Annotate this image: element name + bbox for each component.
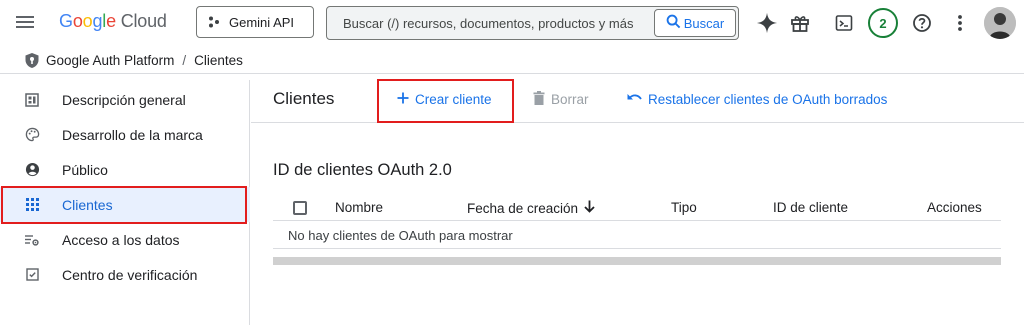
column-header-fecha-creacion[interactable]: Fecha de creación xyxy=(467,200,595,216)
sidebar-item-clientes[interactable]: Clientes xyxy=(0,187,250,222)
column-header-acciones: Acciones xyxy=(927,200,982,215)
delete-button[interactable]: Borrar xyxy=(533,88,589,110)
sidebar-item-label: Centro de verificación xyxy=(62,266,198,283)
create-client-label: Crear cliente xyxy=(415,91,492,107)
auth-platform-shield-icon xyxy=(24,52,40,69)
search-button-label: Buscar xyxy=(683,15,725,31)
search-input[interactable] xyxy=(327,7,653,39)
person-icon xyxy=(24,162,40,178)
sidebar: Descripción general Desarrollo de la mar… xyxy=(0,80,250,325)
search-icon xyxy=(666,14,681,32)
page-title: Clientes xyxy=(273,89,335,108)
notifications-badge[interactable]: 2 xyxy=(868,8,898,38)
plus-icon xyxy=(397,92,409,107)
breadcrumb: Google Auth Platform / Clientes xyxy=(0,48,1024,74)
sidebar-item-label: Descripción general xyxy=(62,91,186,108)
project-name: Gemini API xyxy=(229,14,295,30)
palette-icon xyxy=(24,127,40,143)
data-settings-icon xyxy=(24,232,40,248)
breadcrumb-separator: / xyxy=(182,53,187,68)
project-selector-button[interactable]: Gemini API xyxy=(196,6,314,38)
gemini-spark-icon[interactable] xyxy=(755,11,779,35)
user-avatar[interactable] xyxy=(984,7,1016,39)
oauth-clients-table: Nombre Fecha de creación Tipo ID de clie… xyxy=(273,195,1001,265)
google-cloud-logo[interactable]: Google Cloud xyxy=(59,11,167,32)
trash-icon xyxy=(533,90,545,108)
breadcrumb-auth-platform[interactable]: Google Auth Platform xyxy=(46,53,174,68)
table-header: Nombre Fecha de creación Tipo ID de clie… xyxy=(273,195,1001,221)
search-bar: Buscar xyxy=(326,6,739,40)
hamburger-menu-icon[interactable] xyxy=(16,13,36,33)
verification-icon xyxy=(24,267,40,283)
action-bar: Clientes Crear cliente Borrar Restablece… xyxy=(251,75,1024,123)
gift-icon[interactable] xyxy=(788,11,812,35)
table-row: No hay clientes de OAuth para mostrar xyxy=(273,221,1001,249)
more-vert-icon[interactable] xyxy=(948,11,972,35)
search-button[interactable]: Buscar xyxy=(654,9,736,37)
section-title: ID de clientes OAuth 2.0 xyxy=(273,161,452,179)
arrow-down-icon xyxy=(584,200,595,216)
restore-deleted-clients-button[interactable]: Restablecer clientes de OAuth borrados xyxy=(627,88,887,110)
restore-label: Restablecer clientes de OAuth borrados xyxy=(648,91,888,107)
sidebar-item-desarrollo-marca[interactable]: Desarrollo de la marca xyxy=(0,117,250,152)
dashboard-icon xyxy=(24,92,40,108)
sidebar-item-publico[interactable]: Público xyxy=(0,152,250,187)
main-content: Clientes Crear cliente Borrar Restablece… xyxy=(251,75,1024,325)
sidebar-item-label: Público xyxy=(62,161,108,178)
select-all-checkbox[interactable] xyxy=(293,201,307,215)
column-header-label: Fecha de creación xyxy=(467,200,579,216)
sidebar-item-centro-verificacion[interactable]: Centro de verificación xyxy=(0,257,250,292)
breadcrumb-clientes[interactable]: Clientes xyxy=(194,53,243,68)
sidebar-item-label: Acceso a los datos xyxy=(62,231,180,248)
create-client-button[interactable]: Crear cliente xyxy=(397,88,492,110)
sidebar-item-descripcion-general[interactable]: Descripción general xyxy=(0,82,250,117)
apps-grid-icon xyxy=(24,197,40,213)
empty-table-message: No hay clientes de OAuth para mostrar xyxy=(288,228,513,243)
delete-label: Borrar xyxy=(551,91,589,107)
sidebar-item-label: Desarrollo de la marca xyxy=(62,126,203,143)
top-bar: Google Cloud Gemini API Buscar 2 xyxy=(0,0,1024,46)
sidebar-item-acceso-datos[interactable]: Acceso a los datos xyxy=(0,222,250,257)
horizontal-scrollbar[interactable] xyxy=(273,257,1001,265)
sidebar-item-label: Clientes xyxy=(62,196,113,213)
column-header-id-cliente[interactable]: ID de cliente xyxy=(773,200,848,215)
cloud-shell-icon[interactable] xyxy=(832,11,856,35)
column-header-nombre[interactable]: Nombre xyxy=(335,200,383,215)
help-icon[interactable] xyxy=(910,11,934,35)
project-selector-icon xyxy=(207,15,221,29)
undo-icon xyxy=(627,92,642,107)
column-header-tipo[interactable]: Tipo xyxy=(671,200,697,215)
